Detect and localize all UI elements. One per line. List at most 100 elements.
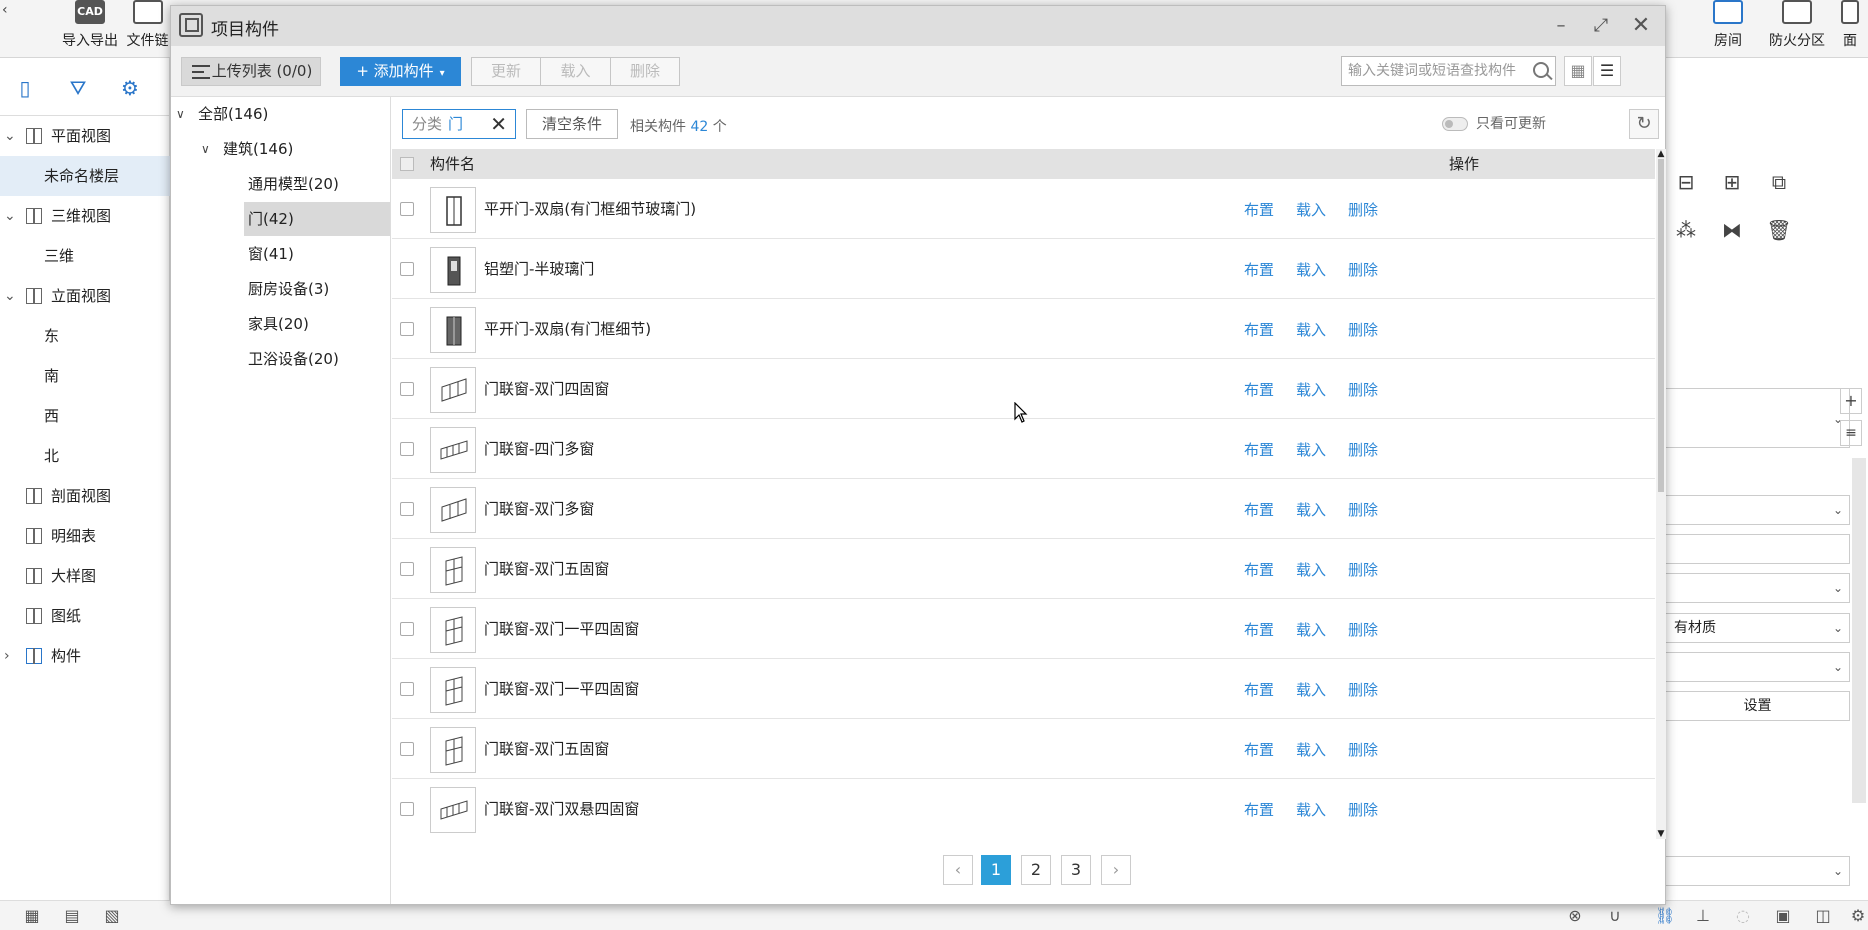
scroll-up-icon[interactable]: ▲ — [1656, 149, 1666, 159]
row-checkbox[interactable] — [400, 202, 414, 216]
grid-view-toggle-icon[interactable]: ▦ — [1564, 56, 1592, 86]
tree-item-3d-views[interactable]: ⌄ 三维视图 — [0, 196, 170, 236]
category-windows[interactable]: 窗(41) — [244, 237, 390, 271]
display-icon[interactable]: ▣ — [1773, 906, 1793, 926]
place-link[interactable]: 布置 — [1244, 739, 1274, 760]
delete-link[interactable]: 删除 — [1348, 559, 1378, 580]
property-dropdown-3[interactable]: ⌄ — [1665, 652, 1850, 682]
place-link[interactable]: 布置 — [1244, 199, 1274, 220]
chevron-down-icon[interactable]: ⌄ — [4, 196, 16, 236]
load-link[interactable]: 载入 — [1296, 379, 1326, 400]
type-selector[interactable]: ⌄ — [1665, 388, 1850, 448]
snap-icon[interactable]: ⊥ — [1693, 906, 1713, 926]
remove-filter-icon[interactable]: ✕ — [490, 110, 507, 138]
page-3[interactable]: 3 — [1061, 855, 1091, 885]
delete-link[interactable]: 删除 — [1348, 619, 1378, 640]
table-row[interactable]: 门联窗-双门双悬四固窗 布置 载入 删除 — [392, 779, 1655, 836]
ribbon-back-arrow-icon[interactable]: ‹ — [2, 2, 8, 18]
place-link[interactable]: 布置 — [1244, 259, 1274, 280]
delete-link[interactable]: 删除 — [1348, 679, 1378, 700]
load-link[interactable]: 载入 — [1296, 319, 1326, 340]
load-link[interactable]: 载入 — [1296, 679, 1326, 700]
delete-link[interactable]: 删除 — [1348, 199, 1378, 220]
updatable-only-toggle[interactable]: 只看可更新 — [1442, 113, 1546, 133]
minimize-icon[interactable]: – — [1547, 12, 1575, 40]
type-settings-icon[interactable]: ≡ — [1840, 420, 1862, 446]
select-all-checkbox[interactable] — [400, 157, 414, 171]
place-link[interactable]: 布置 — [1244, 619, 1274, 640]
category-furniture[interactable]: 家具(20) — [244, 307, 390, 341]
table-row[interactable]: 铝塑门-半玻璃门 布置 载入 删除 — [392, 239, 1655, 299]
row-checkbox[interactable] — [400, 442, 414, 456]
tree-item-detail-views[interactable]: 大样图 — [0, 556, 170, 596]
chevron-right-icon[interactable]: › — [4, 636, 10, 676]
copy-icon[interactable]: ⧉ — [1765, 168, 1793, 196]
settings-gear-icon[interactable]: ⚙ — [1848, 906, 1868, 926]
load-button[interactable]: 载入 — [540, 57, 611, 86]
scrollbar-thumb[interactable] — [1658, 159, 1664, 492]
place-link[interactable]: 布置 — [1244, 499, 1274, 520]
tile-view-icon[interactable]: ▤ — [62, 906, 82, 926]
page-2[interactable]: 2 — [1021, 855, 1051, 885]
properties-scrollbar[interactable] — [1852, 458, 1866, 803]
row-checkbox[interactable] — [400, 562, 414, 576]
fire-zone-button[interactable]: 防火分区 — [1762, 0, 1832, 56]
maximize-icon[interactable]: ⤢ — [1587, 12, 1615, 40]
table-row[interactable]: 平开门-双扇(有门框细节) 布置 载入 删除 — [392, 299, 1655, 359]
file-link-button[interactable]: 文件链 — [125, 0, 170, 56]
table-row[interactable]: 门联窗-双门五固窗 布置 载入 删除 — [392, 719, 1655, 779]
row-checkbox[interactable] — [400, 382, 414, 396]
place-link[interactable]: 布置 — [1244, 379, 1274, 400]
upload-list-button[interactable]: 上传列表 (0/0) — [181, 57, 321, 86]
load-link[interactable]: 载入 — [1296, 739, 1326, 760]
delete-link[interactable]: 删除 — [1348, 259, 1378, 280]
room-button[interactable]: 房间 — [1700, 0, 1756, 56]
link-icon[interactable]: ⛓ — [1655, 906, 1675, 926]
area-button[interactable]: 面 — [1838, 0, 1862, 56]
table-row[interactable]: 门联窗-双门多窗 布置 载入 删除 — [392, 479, 1655, 539]
align-horizontal-icon[interactable]: ⊟ — [1672, 168, 1700, 196]
load-link[interactable]: 载入 — [1296, 439, 1326, 460]
component-search-input[interactable]: 输入关键词或短语查找构件 — [1341, 56, 1556, 86]
row-checkbox[interactable] — [400, 262, 414, 276]
property-text-field[interactable] — [1665, 534, 1850, 564]
clear-conditions-button[interactable]: 清空条件 — [526, 109, 618, 139]
delete-link[interactable]: 删除 — [1348, 379, 1378, 400]
tree-item-north[interactable]: 北 — [0, 436, 170, 476]
row-checkbox[interactable] — [400, 322, 414, 336]
row-checkbox[interactable] — [400, 502, 414, 516]
table-row[interactable]: 平开门-双扇(有门框细节玻璃门) 布置 载入 删除 — [392, 179, 1655, 239]
tree-item-sheets[interactable]: 图纸 — [0, 596, 170, 636]
page-1[interactable]: 1 — [981, 855, 1011, 885]
search-icon[interactable] — [1533, 62, 1549, 78]
load-link[interactable]: 载入 — [1296, 199, 1326, 220]
table-row[interactable]: 门联窗-双门一平四固窗 布置 载入 删除 — [392, 659, 1655, 719]
load-link[interactable]: 载入 — [1296, 619, 1326, 640]
delete-link[interactable]: 删除 — [1348, 799, 1378, 820]
category-architecture[interactable]: ∨ 建筑(146) — [201, 132, 293, 166]
light-icon[interactable]: ◌ — [1733, 906, 1753, 926]
tree-item-south[interactable]: 南 — [0, 356, 170, 396]
chevron-down-icon[interactable]: ∨ — [201, 132, 210, 166]
tree-item-schedules[interactable]: 明细表 — [0, 516, 170, 556]
tree-item-3d[interactable]: 三维 — [0, 236, 170, 276]
cube-icon[interactable]: ◫ — [1813, 906, 1833, 926]
panel-toggle-icon[interactable]: ▯ — [13, 76, 37, 100]
category-filter-chip[interactable]: 分类门 ✕ — [402, 109, 516, 139]
category-doors[interactable]: 门(42) — [244, 202, 390, 236]
close-circle-icon[interactable]: ⊗ — [1565, 906, 1585, 926]
row-checkbox[interactable] — [400, 802, 414, 816]
load-link[interactable]: 载入 — [1296, 559, 1326, 580]
tree-item-plan-views[interactable]: ⌄ 平面视图 — [0, 116, 170, 156]
magnet-icon[interactable]: ∪ — [1605, 906, 1625, 926]
delete-link[interactable]: 删除 — [1348, 739, 1378, 760]
tree-item-west[interactable]: 西 — [0, 396, 170, 436]
tree-item-unnamed-floor[interactable]: 未命名楼层 — [0, 156, 170, 196]
refresh-icon[interactable]: ↻ — [1629, 109, 1659, 139]
tree-item-section-views[interactable]: 剖面视图 — [0, 476, 170, 516]
place-link[interactable]: 布置 — [1244, 439, 1274, 460]
next-page-icon[interactable]: › — [1101, 855, 1131, 885]
chevron-down-icon[interactable]: ⌄ — [4, 116, 16, 156]
add-component-button[interactable]: + 添加构件 ▾ — [340, 57, 461, 86]
table-row[interactable]: 门联窗-四门多窗 布置 载入 删除 — [392, 419, 1655, 479]
